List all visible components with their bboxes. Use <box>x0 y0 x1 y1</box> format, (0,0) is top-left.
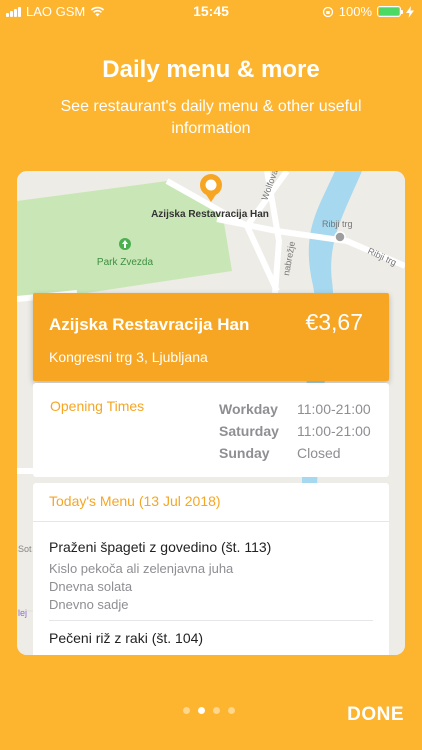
hours-time: 11:00-21:00 <box>297 401 371 417</box>
battery-icon <box>377 6 403 17</box>
preview-card: Azijska Restavracija Han Park Zvezda Rib… <box>17 171 405 655</box>
restaurant-price: €3,67 <box>305 309 363 335</box>
page-dot[interactable] <box>213 707 220 714</box>
restaurant-header-card[interactable]: Azijska Restavracija Han €3,67 Kongresni… <box>33 293 389 381</box>
hours-row-sunday: Sunday Closed <box>219 445 389 461</box>
hours-day: Workday <box>219 401 278 417</box>
map-edge-label-1: Sot <box>18 544 32 554</box>
onboarding-title: Daily menu & more <box>102 56 320 83</box>
hours-row-saturday: Saturday 11:00-21:00 <box>219 423 389 439</box>
menu-item-1-name: Praženi špageti z govedino (št. 113) <box>49 539 272 555</box>
onboarding-subtitle: See restaurant's daily menu & other usef… <box>60 98 362 137</box>
restaurant-address: Kongresni trg 3, Ljubljana <box>49 349 208 365</box>
restaurant-name: Azijska Restavracija Han <box>49 315 250 334</box>
status-bar: LAO GSM 15:45 100% <box>0 0 422 22</box>
hours-time: Closed <box>297 445 341 461</box>
hours-day: Saturday <box>219 423 279 439</box>
park-icon <box>119 238 131 250</box>
menu-item-divider <box>49 620 373 621</box>
rotation-lock-icon <box>322 6 333 17</box>
battery-percent: 100% <box>338 4 372 19</box>
menu-title: Today's Menu (13 Jul 2018) <box>49 493 221 509</box>
menu-item-1-detail: Kislo pekoča ali zelenjavna juha <box>49 561 234 576</box>
menu-item-2-name: Pečeni riž z raki (št. 104) <box>49 630 204 646</box>
hours-time: 11:00-21:00 <box>297 423 371 439</box>
page-dot[interactable] <box>183 707 190 714</box>
page-dot[interactable] <box>228 707 235 714</box>
menu-divider <box>33 521 389 522</box>
menu-item-1-detail: Dnevno sadje <box>49 597 129 612</box>
map-park-label: Park Zvezda <box>97 257 154 268</box>
hours-day: Sunday <box>219 445 270 461</box>
status-right: 100% <box>322 4 414 19</box>
page-indicator[interactable] <box>183 707 235 714</box>
hours-row-workday: Workday 11:00-21:00 <box>219 401 389 417</box>
map-poi-icon <box>334 231 346 243</box>
menu-item-1-detail: Dnevna solata <box>49 579 133 594</box>
opening-times-card: Opening Times Workday 11:00-21:00 Saturda… <box>33 383 389 477</box>
map-street-ribji-trg: Ribji trg <box>322 219 353 229</box>
map-edge-label-2: lej <box>18 608 27 618</box>
page-dot-active[interactable] <box>198 707 205 714</box>
charging-icon <box>406 5 414 18</box>
opening-times-title: Opening Times <box>50 398 145 414</box>
map-pin-label: Azijska Restavracija Han <box>151 209 269 220</box>
done-button[interactable]: DONE <box>347 704 404 726</box>
todays-menu-card[interactable]: Today's Menu (13 Jul 2018) Praženi špage… <box>33 483 389 655</box>
